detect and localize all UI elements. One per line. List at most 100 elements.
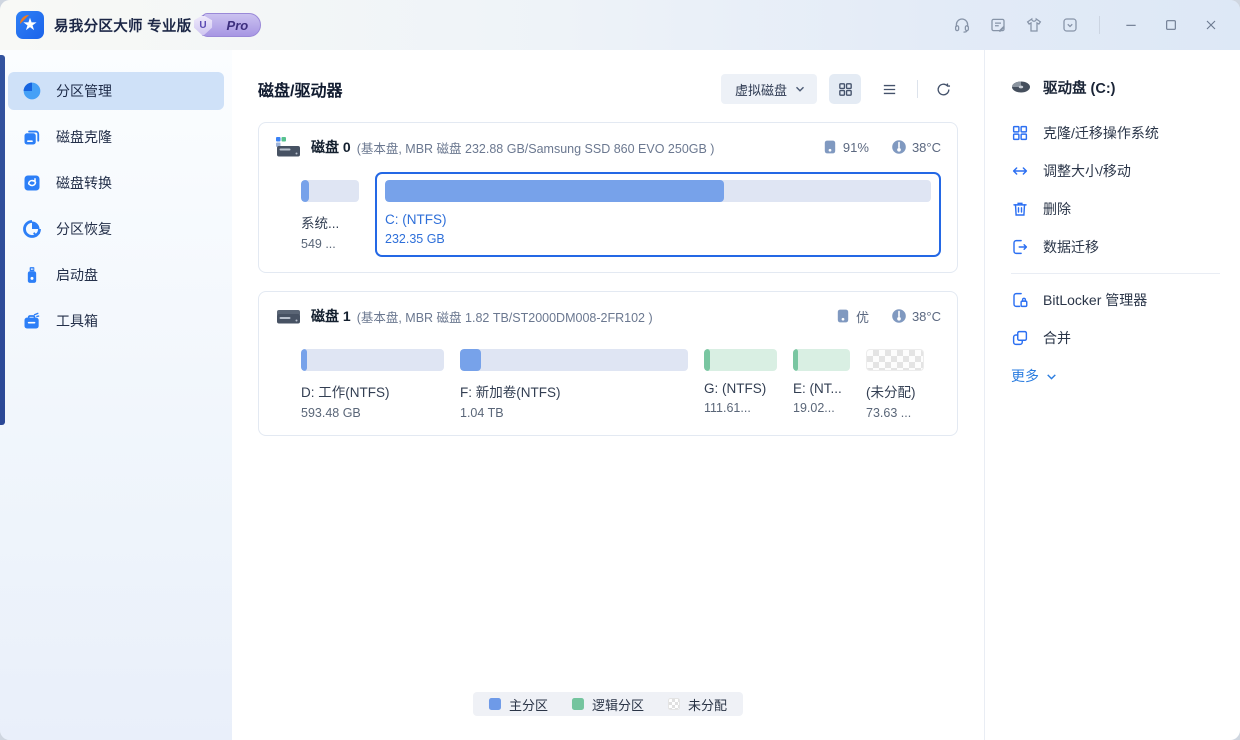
tshirt-icon (1025, 16, 1043, 34)
app-window: ★ 易我分区大师 专业版 U Pro (0, 0, 1240, 740)
primary-swatch-icon (489, 698, 501, 710)
sidebar-item-partition-manager[interactable]: 分区管理 (8, 72, 224, 110)
partition-g[interactable]: G: (NTFS) 111.61... (704, 341, 777, 415)
partition-usage-bar (866, 349, 924, 371)
drive-disk-icon (1011, 79, 1031, 95)
trash-icon (1011, 200, 1029, 218)
disk-temp-value: 38°C (912, 309, 941, 324)
sidebar-item-toolbox[interactable]: 工具箱 (8, 302, 224, 340)
action-delete[interactable]: 删除 (1011, 190, 1220, 228)
sidebar-item-bootable-disk[interactable]: 启动盘 (8, 256, 224, 294)
panel-divider (1011, 273, 1220, 274)
sidebar-item-label: 分区恢复 (56, 219, 112, 239)
disk-temp-stat: 38°C (891, 139, 941, 155)
partition-d[interactable]: D: 工作(NTFS) 593.48 GB (301, 341, 444, 420)
disk-0-partitions: 系统... 549 ... C: (NTFS) 232.35 GB (275, 172, 941, 257)
box-caret-icon (1061, 16, 1079, 34)
left-sidebar: 分区管理 磁盘克隆 磁盘转换 分区恢复 启动盘 (0, 50, 232, 740)
partition-label: F: 新加卷(NTFS) (460, 381, 688, 401)
action-clone-migrate-os[interactable]: 克隆/迁移操作系统 (1011, 114, 1220, 152)
more-actions-link[interactable]: 更多 (1011, 357, 1220, 395)
chevron-down-icon (1045, 370, 1058, 383)
disk-convert-icon (22, 173, 42, 193)
menu-dropdown-button[interactable] (1055, 10, 1085, 40)
feedback-button[interactable] (983, 10, 1013, 40)
feedback-note-icon (989, 16, 1007, 34)
action-merge[interactable]: 合并 (1011, 319, 1220, 357)
titlebar-actions (947, 10, 1228, 40)
unallocated-swatch-icon (668, 698, 680, 710)
sidebar-item-disk-convert[interactable]: 磁盘转换 (8, 164, 224, 202)
grid-view-button[interactable] (829, 74, 861, 104)
partition-f[interactable]: F: 新加卷(NTFS) 1.04 TB (460, 341, 688, 420)
disk-clone-icon (22, 127, 42, 147)
virtual-disk-dropdown[interactable]: 虚拟磁盘 (721, 74, 817, 104)
legend-logical: 逻辑分区 (572, 695, 644, 714)
disk-1-header: 磁盘 1 (基本盘, MBR 磁盘 1.82 TB/ST2000DM008-2F… (275, 305, 941, 327)
partition-c-selected[interactable]: C: (NTFS) 232.35 GB (375, 172, 941, 257)
sidebar-item-partition-recovery[interactable]: 分区恢复 (8, 210, 224, 248)
partition-usage-bar (793, 349, 850, 371)
page-title: 磁盘/驱动器 (258, 77, 342, 101)
disk-1-stats: 优 38°C (835, 307, 941, 326)
resize-move-icon (1011, 162, 1029, 180)
bitlocker-lock-icon (1011, 291, 1029, 309)
sidebar-item-disk-clone[interactable]: 磁盘克隆 (8, 118, 224, 156)
disk-health-stat: 优 (835, 307, 869, 326)
action-bitlocker-manager[interactable]: BitLocker 管理器 (1011, 281, 1220, 319)
ssd-drive-icon (275, 136, 301, 158)
pro-badge[interactable]: U Pro (202, 13, 262, 37)
left-edge-accent (0, 55, 5, 425)
action-label: 合并 (1043, 328, 1071, 348)
partition-usage-bar (385, 180, 931, 202)
toolbox-icon (22, 311, 42, 331)
sidebar-item-label: 工具箱 (56, 311, 98, 331)
disk-card-1[interactable]: 磁盘 1 (基本盘, MBR 磁盘 1.82 TB/ST2000DM008-2F… (258, 291, 958, 436)
main-panel: 磁盘/驱动器 虚拟磁盘 (232, 50, 984, 740)
partition-label: 系统... (301, 212, 359, 232)
partition-size: 73.63 ... (866, 406, 924, 420)
partition-label: D: 工作(NTFS) (301, 381, 444, 401)
partition-label: (未分配) (866, 381, 924, 401)
action-data-migration[interactable]: 数据迁移 (1011, 228, 1220, 266)
theme-button[interactable] (1019, 10, 1049, 40)
close-button[interactable] (1194, 10, 1228, 40)
more-label: 更多 (1011, 366, 1039, 386)
disk-details: (基本盘, MBR 磁盘 1.82 TB/ST2000DM008-2FR102 … (357, 307, 653, 326)
app-title: 易我分区大师 专业版 (54, 15, 192, 36)
controls-separator (917, 80, 918, 98)
clone-os-icon (1011, 124, 1029, 142)
action-label: 克隆/迁移操作系统 (1043, 123, 1159, 143)
hard-drive-icon (275, 305, 301, 327)
action-resize-move[interactable]: 调整大小/移动 (1011, 152, 1220, 190)
list-view-button[interactable] (873, 74, 905, 104)
view-controls: 虚拟磁盘 (721, 74, 958, 104)
main-header: 磁盘/驱动器 虚拟磁盘 (232, 50, 984, 104)
thermometer-icon (891, 139, 907, 155)
partition-unallocated[interactable]: (未分配) 73.63 ... (866, 341, 924, 420)
pro-u-emblem-icon: U (193, 15, 214, 36)
headset-icon (953, 16, 971, 34)
disk-card-0[interactable]: 磁盘 0 (基本盘, MBR 磁盘 232.88 GB/Samsung SSD … (258, 122, 958, 273)
maximize-icon (1163, 17, 1179, 33)
disk-details: (基本盘, MBR 磁盘 232.88 GB/Samsung SSD 860 E… (357, 138, 715, 157)
legend-label: 主分区 (509, 695, 548, 714)
support-headset-button[interactable] (947, 10, 977, 40)
minimize-button[interactable] (1114, 10, 1148, 40)
partition-label: G: (NTFS) (704, 381, 777, 396)
pie-chart-icon (22, 81, 42, 101)
disk-0-header: 磁盘 0 (基本盘, MBR 磁盘 232.88 GB/Samsung SSD … (275, 136, 941, 158)
refresh-icon (935, 81, 952, 98)
sidebar-item-label: 磁盘克隆 (56, 127, 112, 147)
minimize-icon (1123, 17, 1139, 33)
refresh-button[interactable] (928, 74, 958, 104)
maximize-button[interactable] (1154, 10, 1188, 40)
disk-1-partitions: D: 工作(NTFS) 593.48 GB F: 新加卷(NTFS) 1.04 … (275, 341, 941, 420)
action-label: 调整大小/移动 (1043, 161, 1131, 181)
partition-system[interactable]: 系统... 549 ... (301, 172, 359, 251)
chevron-down-icon (793, 82, 807, 96)
partition-usage-bar (301, 180, 359, 202)
pro-badge-label: Pro (227, 18, 249, 33)
partition-usage-bar (704, 349, 777, 371)
partition-e[interactable]: E: (NT... 19.02... (793, 341, 850, 415)
